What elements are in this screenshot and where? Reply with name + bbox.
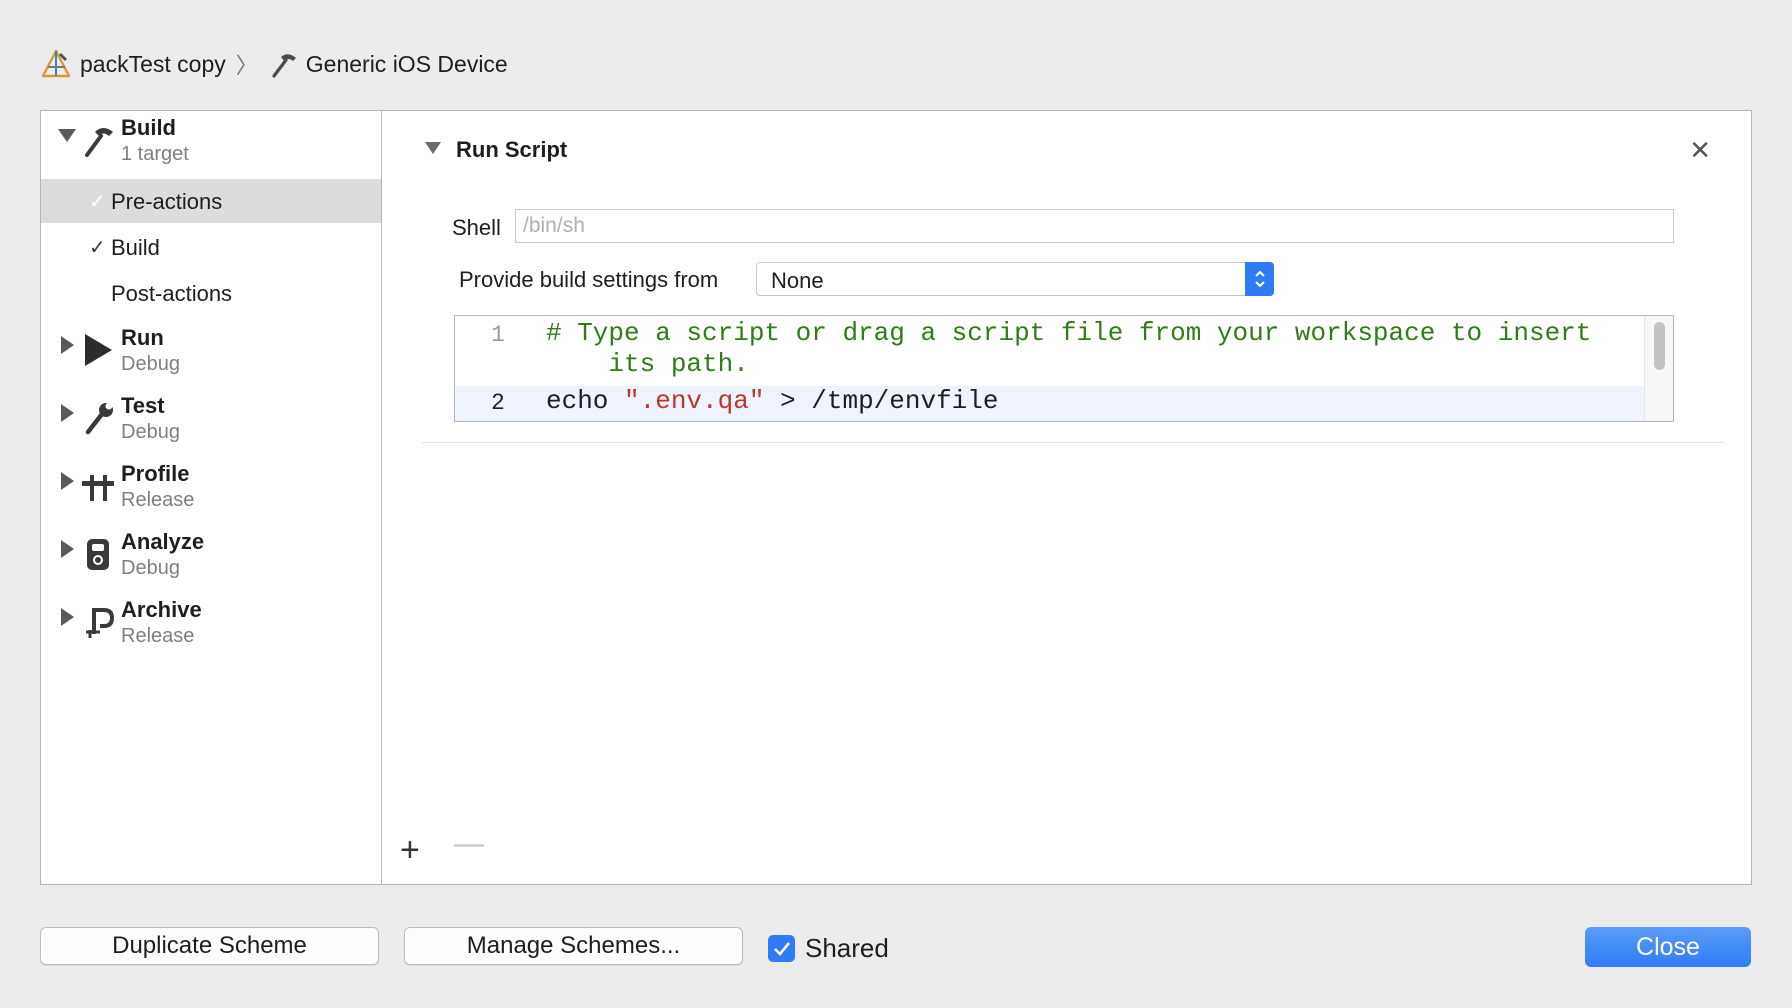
scheme-sidebar: Build 1 target ✓ Pre-actions ✓ Build Pos… bbox=[41, 111, 382, 884]
phase-title: Build bbox=[121, 115, 176, 140]
scheme-editor-panel: Build 1 target ✓ Pre-actions ✓ Build Pos… bbox=[40, 110, 1752, 885]
xcode-project-icon bbox=[41, 49, 71, 78]
hammer-icon bbox=[272, 54, 296, 78]
disclosure-right-icon[interactable] bbox=[57, 607, 77, 627]
disclosure-down-icon[interactable] bbox=[57, 125, 77, 145]
phase-subtitle: Release bbox=[121, 489, 195, 511]
disclosure-right-icon[interactable] bbox=[57, 335, 77, 355]
checkmark-icon: ✓ bbox=[89, 191, 106, 213]
breadcrumb-project-label: packTest copy bbox=[80, 50, 226, 77]
sidebar-item-post-actions[interactable]: Post-actions bbox=[41, 271, 381, 315]
sidebar-phase-analyze[interactable]: Analyze Debug bbox=[41, 525, 381, 593]
disclosure-right-icon[interactable] bbox=[57, 471, 77, 491]
script-editor[interactable]: 1 2 # Type a script or drag a script fil… bbox=[454, 315, 1674, 422]
divider bbox=[422, 442, 1723, 443]
phase-title: Analyze bbox=[121, 529, 205, 554]
shared-checkbox[interactable]: Shared bbox=[768, 933, 889, 964]
sidebar-phase-profile[interactable]: Profile Release bbox=[41, 457, 381, 525]
build-settings-label: Provide build settings from bbox=[459, 267, 719, 292]
sidebar-phase-run[interactable]: Run Debug bbox=[41, 321, 381, 389]
code-redirect: > /tmp/envfile bbox=[764, 386, 999, 416]
code-string: ".env.qa" bbox=[624, 386, 765, 416]
run-script-title: Run Script bbox=[456, 137, 568, 162]
build-settings-select[interactable]: None bbox=[756, 262, 1274, 296]
sidebar-item-build[interactable]: ✓ Build bbox=[41, 225, 381, 269]
sidebar-phase-build[interactable]: Build 1 target bbox=[41, 111, 381, 179]
phase-subtitle: 1 target bbox=[121, 143, 189, 165]
wrench-icon bbox=[81, 399, 115, 437]
phase-title: Test bbox=[121, 393, 165, 418]
breadcrumb-device[interactable]: Generic iOS Device bbox=[268, 49, 508, 79]
sidebar-phase-test[interactable]: Test Debug bbox=[41, 389, 381, 457]
phase-subtitle: Release bbox=[121, 625, 195, 647]
scrollbar-thumb[interactable] bbox=[1654, 322, 1665, 370]
phase-title: Run bbox=[121, 325, 164, 350]
play-icon bbox=[81, 331, 115, 369]
breadcrumb: packTest copy 〉 Generic iOS Device bbox=[40, 44, 508, 84]
breadcrumb-project[interactable]: packTest copy bbox=[40, 48, 226, 80]
disclosure-right-icon[interactable] bbox=[57, 539, 77, 559]
analyze-icon bbox=[81, 535, 115, 573]
code-comment: # Type a script or drag a script file fr… bbox=[546, 318, 1592, 348]
duplicate-scheme-button[interactable]: Duplicate Scheme bbox=[40, 927, 379, 965]
build-settings-value: None bbox=[771, 268, 824, 293]
remove-action-button[interactable]: — bbox=[454, 827, 484, 861]
line-number: 1 bbox=[491, 322, 505, 348]
shared-label: Shared bbox=[805, 933, 889, 963]
shell-input[interactable] bbox=[515, 209, 1674, 243]
phase-subtitle: Debug bbox=[121, 421, 180, 443]
close-button[interactable]: Close bbox=[1585, 927, 1751, 967]
phase-subtitle: Debug bbox=[121, 557, 180, 579]
breadcrumb-separator: 〉 bbox=[235, 53, 258, 78]
sidebar-item-label: Post-actions bbox=[111, 281, 233, 306]
manage-schemes-button[interactable]: Manage Schemes... bbox=[404, 927, 743, 965]
add-action-button[interactable]: + bbox=[400, 831, 420, 870]
phase-title: Profile bbox=[121, 461, 190, 486]
chevron-updown-icon[interactable] bbox=[1245, 262, 1274, 296]
disclosure-right-icon[interactable] bbox=[57, 403, 77, 423]
code-line: echo ".env.qa" > /tmp/envfile bbox=[546, 386, 999, 416]
sidebar-item-label: Pre-actions bbox=[111, 189, 223, 214]
checkmark-icon: ✓ bbox=[89, 237, 106, 259]
breadcrumb-device-label: Generic iOS Device bbox=[305, 50, 508, 77]
sidebar-phase-archive[interactable]: Archive Release bbox=[41, 593, 381, 661]
line-number: 2 bbox=[491, 390, 505, 416]
run-script-content: Run Script ✕ Shell Provide build setting… bbox=[382, 111, 1751, 884]
phase-title: Archive bbox=[121, 597, 202, 622]
editor-scrollbar[interactable] bbox=[1644, 316, 1673, 421]
phase-subtitle: Debug bbox=[121, 353, 180, 375]
sidebar-item-pre-actions[interactable]: ✓ Pre-actions bbox=[41, 179, 381, 223]
instruments-icon bbox=[81, 467, 115, 505]
code-command: echo bbox=[546, 386, 625, 416]
disclosure-down-icon[interactable] bbox=[424, 141, 442, 160]
checkbox-checked-icon[interactable] bbox=[768, 935, 795, 962]
archive-icon bbox=[81, 603, 115, 641]
hammer-icon bbox=[81, 121, 115, 159]
shell-label: Shell bbox=[452, 215, 501, 240]
code-comment: its path. bbox=[546, 349, 749, 379]
sidebar-item-label: Build bbox=[111, 235, 160, 260]
close-icon[interactable]: ✕ bbox=[1689, 135, 1711, 166]
